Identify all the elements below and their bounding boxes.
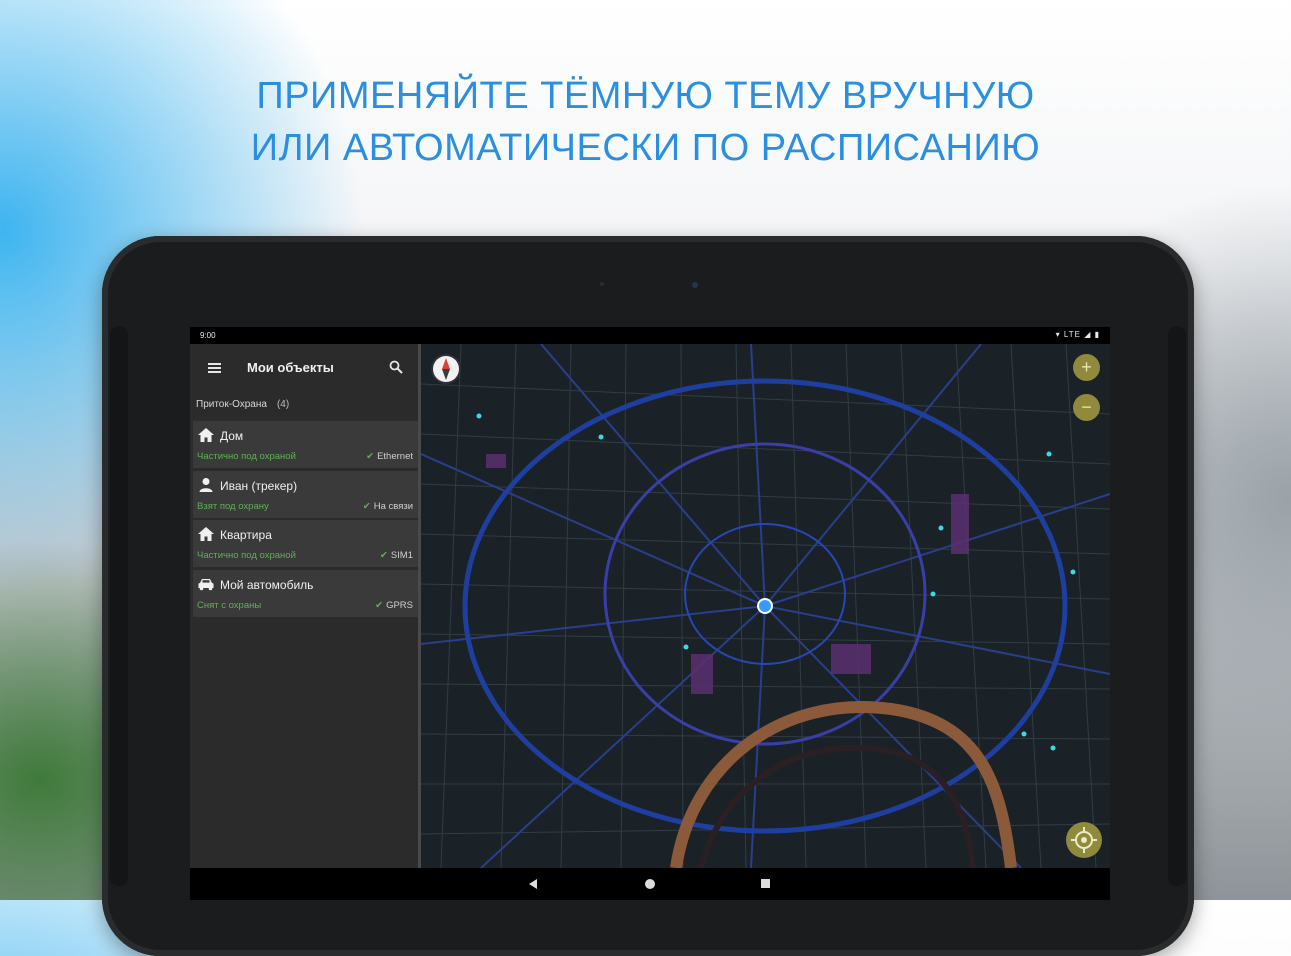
tablet-side-speaker-left	[110, 326, 128, 886]
device-screen: 9:00 ▾ LTE ◢ ▮ Мои объекты Приток-Охрана…	[190, 327, 1110, 900]
object-status: Частично под охраной	[197, 451, 296, 462]
home-button-icon[interactable]	[645, 879, 655, 889]
object-name: Иван (трекер)	[220, 478, 298, 493]
headline-line-2: ИЛИ АВТОМАТИЧЕСКИ ПО РАСПИСАНИЮ	[250, 127, 1041, 169]
list-item-tracker[interactable]: Иван (трекер) Взят под охрану ✔ На связи	[193, 470, 418, 518]
group-header[interactable]: Приток-Охрана (4)	[196, 399, 289, 410]
zoom-out-button[interactable]: −	[1073, 394, 1100, 421]
person-icon	[199, 477, 213, 492]
android-status-bar: 9:00 ▾ LTE ◢ ▮	[190, 327, 1110, 344]
recent-apps-icon[interactable]	[761, 879, 770, 888]
menu-icon[interactable]	[208, 363, 221, 373]
list-item-home[interactable]: Дом Частично под охраной ✔ Ethernet	[193, 421, 418, 468]
check-icon: ✔	[375, 599, 384, 611]
check-icon: ✔	[362, 500, 371, 512]
list-item-apartment[interactable]: Квартира Частично под охраной ✔ SIM1	[193, 520, 418, 567]
object-name: Квартира	[220, 528, 272, 542]
promo-headline: ПРИМЕНЯЙТЕ ТЁМНУЮ ТЕМУ ВРУЧНУЮ ИЛИ АВТОМ…	[0, 70, 1291, 174]
object-status: Снят с охраны	[197, 599, 262, 611]
status-time: 9:00	[200, 331, 216, 340]
object-connection: ✔ На связи	[362, 500, 413, 512]
group-name: Приток-Охрана	[196, 399, 267, 410]
car-icon	[198, 578, 214, 590]
object-connection: ✔ Ethernet	[366, 451, 413, 462]
search-icon[interactable]	[389, 360, 403, 374]
headline-line-1: ПРИМЕНЯЙТЕ ТЁМНУЮ ТЕМУ ВРУЧНУЮ	[256, 75, 1035, 117]
home-icon	[198, 428, 214, 442]
home-icon	[198, 527, 214, 541]
panel-toolbar: Мои объекты	[190, 344, 418, 392]
panel-title: Мои объекты	[247, 360, 334, 375]
tablet-side-speaker-right	[1168, 326, 1186, 886]
object-connection: ✔ GPRS	[375, 599, 413, 611]
compass-button[interactable]	[431, 354, 461, 384]
compass-icon	[433, 356, 459, 382]
my-location-button[interactable]	[1066, 822, 1102, 858]
dark-map-view[interactable]: + −	[421, 344, 1110, 868]
object-status: Взят под охрану	[197, 500, 269, 512]
object-status: Частично под охраной	[197, 550, 296, 561]
crosshair-icon	[1071, 827, 1097, 853]
object-name: Мой автомобиль	[220, 577, 314, 592]
tablet-camera	[692, 282, 698, 288]
objects-list: Дом Частично под охраной ✔ Ethernet Иван …	[193, 421, 418, 619]
back-icon[interactable]	[528, 879, 538, 889]
group-count: (4)	[276, 399, 290, 410]
objects-panel: Мои объекты Приток-Охрана (4) Дом Частичн…	[190, 344, 418, 868]
object-name: Дом	[220, 429, 244, 443]
map-canvas	[421, 344, 1110, 868]
zoom-in-button[interactable]: +	[1073, 354, 1100, 381]
check-icon: ✔	[379, 550, 388, 561]
object-connection: ✔ SIM1	[379, 550, 413, 561]
list-item-car[interactable]: Мой автомобиль Снят с охраны ✔ GPRS	[193, 569, 418, 617]
tablet-sensor	[600, 282, 604, 286]
android-nav-bar	[190, 868, 1110, 900]
status-icons: ▾ LTE ◢ ▮	[1055, 330, 1100, 339]
check-icon: ✔	[366, 451, 375, 462]
